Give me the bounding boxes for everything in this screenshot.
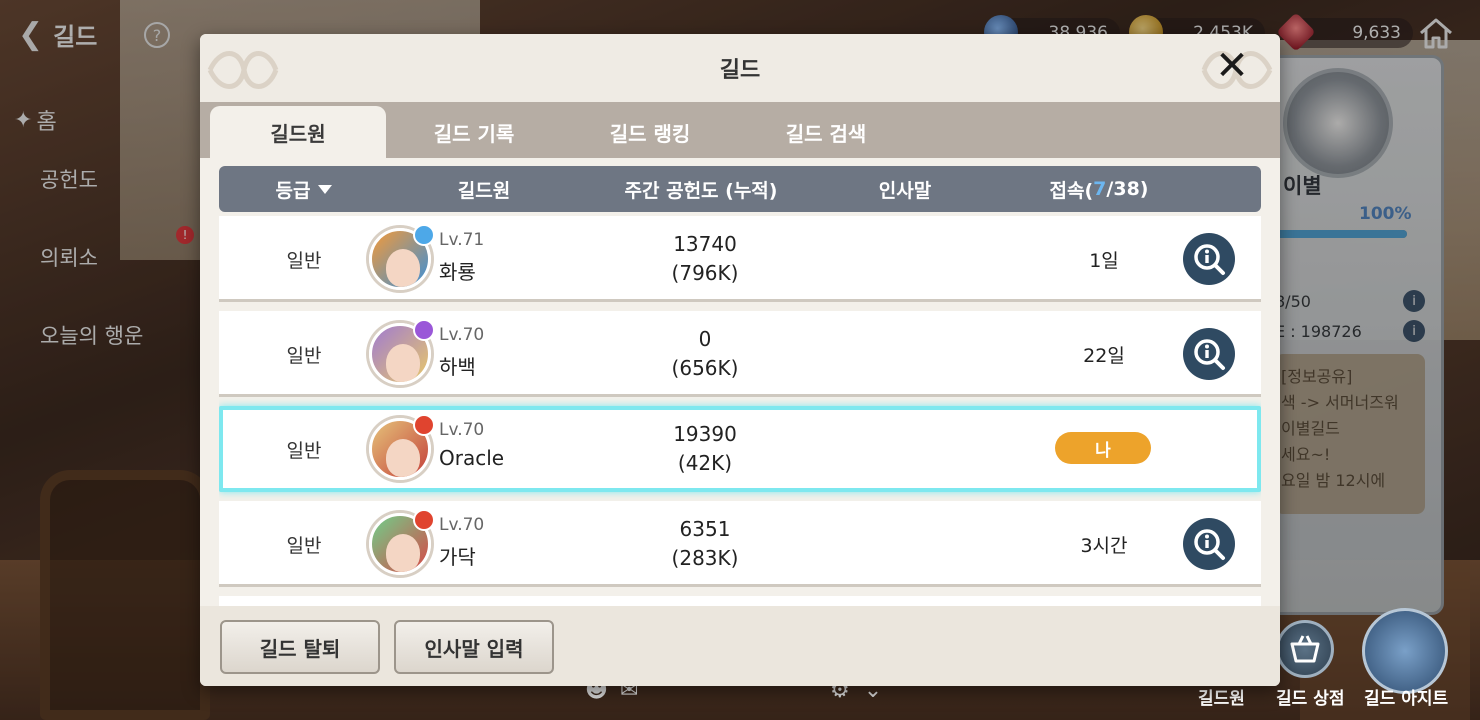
modal-header: 길드 ✕: [200, 34, 1280, 102]
weekly-contribution: 13740: [673, 232, 737, 256]
member-row[interactable]: 일반 Lv.70 가닥 6351 (283K) 3시간: [219, 501, 1261, 587]
column-header-grade[interactable]: 등급: [249, 166, 359, 212]
element-fire-icon: [413, 509, 435, 531]
tab-bar: 길드원 길드 기록 길드 랭킹 길드 검색: [200, 102, 1280, 158]
member-level: Lv.70: [439, 420, 485, 440]
member-grade: 일반: [286, 249, 322, 272]
access-prefix: 접속(: [1049, 179, 1094, 202]
guild-hideout-label: 길드 아지트: [1364, 689, 1449, 709]
member-row[interactable]: 일반 Lv.71 화룡 13740 (796K) 1일: [219, 216, 1261, 302]
member-row[interactable]: 일반 Lv.70 하백 0 (656K) 22일: [219, 311, 1261, 397]
total-contribution: (42K): [677, 451, 733, 475]
element-fire-icon: [413, 414, 435, 436]
column-header-member: 길드원: [457, 179, 511, 202]
guild-members-label[interactable]: 길드원: [1198, 684, 1245, 709]
leave-guild-button[interactable]: 길드 탈퇴: [220, 620, 380, 674]
member-name: 가닥: [439, 545, 476, 569]
basket-icon: [1276, 620, 1334, 678]
member-name: 화룡: [439, 260, 476, 284]
view-profile-button[interactable]: [1183, 518, 1235, 570]
magnifier-info-icon: [1194, 244, 1225, 275]
member-level: Lv.71: [439, 230, 485, 250]
member-grade: 일반: [286, 534, 322, 557]
member-level: Lv.70: [439, 325, 485, 345]
member-grade: 일반: [286, 344, 322, 367]
total-contribution: (796K): [671, 261, 739, 285]
guild-shop-button[interactable]: [1276, 620, 1334, 678]
greeting-input-button[interactable]: 인사말 입력: [394, 620, 554, 674]
magnifier-info-icon: [1194, 339, 1225, 370]
self-badge: 나: [1055, 432, 1151, 464]
member-contribution: 6351 (283K): [619, 515, 791, 573]
close-icon: ✕: [1215, 43, 1249, 89]
modal-title: 길드: [719, 58, 761, 83]
view-profile-button[interactable]: [1183, 328, 1235, 380]
member-last-access: 3시간: [1080, 534, 1128, 557]
member-name: 하백: [439, 355, 476, 379]
column-header-access: 접속(7/38): [1039, 166, 1159, 212]
member-level: Lv.70: [439, 515, 485, 535]
guild-hideout-button[interactable]: [1362, 608, 1448, 694]
column-header-contribution: 주간 공헌도 (누적): [624, 179, 778, 202]
magnifier-info-icon: [1194, 529, 1225, 560]
column-header-greeting: 인사말: [878, 179, 932, 202]
element-dark-icon: [413, 319, 435, 341]
access-suffix: /38): [1106, 178, 1149, 200]
weekly-contribution: 19390: [673, 422, 737, 446]
guild-shop-label: 길드 상점: [1276, 689, 1345, 709]
tab-search[interactable]: 길드 검색: [738, 106, 914, 158]
member-contribution: 13740 (796K): [619, 230, 791, 288]
table-header: 등급 길드원 주간 공헌도 (누적) 인사말 접속(7/38): [219, 166, 1261, 212]
view-profile-button[interactable]: [1183, 233, 1235, 285]
close-button[interactable]: ✕: [1210, 44, 1254, 88]
member-name: Oracle: [439, 446, 505, 470]
member-last-access: 22일: [1083, 344, 1125, 367]
sort-down-icon: [318, 184, 333, 194]
total-contribution: (656K): [671, 356, 739, 380]
member-grade: 일반: [286, 439, 322, 462]
weekly-contribution: 6351: [679, 517, 731, 541]
ornament-icon: [207, 51, 279, 89]
member-list[interactable]: 일반 Lv.71 화룡 13740 (796K) 1일 일반 Lv.70 하백 …: [219, 216, 1261, 640]
access-online-count: 7: [1093, 178, 1107, 200]
column-grade-label: 등급: [275, 179, 311, 202]
tab-records[interactable]: 길드 기록: [386, 106, 562, 158]
weekly-contribution: 0: [698, 327, 712, 351]
tab-members[interactable]: 길드원: [210, 106, 386, 158]
total-contribution: (283K): [671, 546, 739, 570]
guild-modal: 길드 ✕ 길드원 길드 기록 길드 랭킹 길드 검색 등급 길드원 주간 공헌도…: [200, 34, 1280, 686]
member-contribution: 0 (656K): [619, 325, 791, 383]
element-water-icon: [413, 224, 435, 246]
tab-ranking[interactable]: 길드 랭킹: [562, 106, 738, 158]
member-row-self[interactable]: 일반 Lv.70 Oracle 19390 (42K) 나: [219, 406, 1261, 492]
member-last-access: 1일: [1089, 249, 1119, 272]
hideout-emblem-icon: [1362, 608, 1448, 694]
member-contribution: 19390 (42K): [619, 420, 791, 478]
